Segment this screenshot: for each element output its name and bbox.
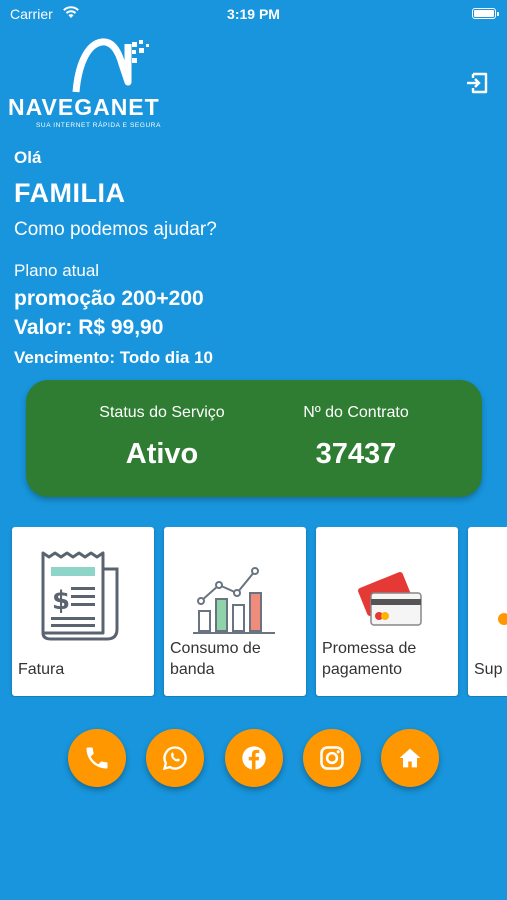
due-date: Vencimento: Todo dia 10	[14, 348, 213, 367]
battery-icon	[472, 8, 499, 19]
contract-number: Nº do Contrato 37437	[256, 404, 456, 471]
phone-icon	[86, 747, 108, 769]
support-icon	[498, 613, 507, 625]
contract-number-label: Nº do Contrato	[303, 404, 409, 421]
invoice-icon: $	[41, 551, 119, 641]
brand-logo: NAVEGANET SUA INTERNET RÁPIDA E SEGURA	[6, 36, 210, 132]
plan-value: Valor: R$ 99,90	[14, 316, 164, 339]
menu-card-label: Fatura	[18, 661, 65, 678]
logo-tagline: SUA INTERNET RÁPIDA E SEGURA	[36, 122, 162, 129]
service-status: Status do Serviço Ativo	[62, 404, 262, 471]
menu-card-bandwidth[interactable]: Consumo de banda	[164, 527, 306, 696]
facebook-button[interactable]	[225, 729, 283, 787]
clock: 3:19 PM	[227, 6, 280, 22]
whatsapp-icon	[162, 746, 187, 771]
user-name: FAMILIA	[14, 178, 126, 208]
logo-text: NAVEGANET	[8, 94, 160, 120]
svg-text:$: $	[52, 586, 70, 616]
contract-number-value: 37437	[315, 438, 397, 470]
menu-carousel[interactable]: $ Fatura Consumo de banda Promessa de pa…	[0, 527, 507, 697]
menu-card-invoice[interactable]: $ Fatura	[12, 527, 154, 696]
service-status-value: Ativo	[125, 438, 199, 470]
status-bar: Carrier 3:19 PM	[0, 0, 507, 28]
instagram-icon	[320, 746, 344, 770]
plan-name: promoção 200+200	[14, 287, 204, 310]
menu-card-label: Consumo de banda	[170, 640, 261, 678]
logout-icon[interactable]	[464, 70, 490, 96]
home-icon	[399, 748, 421, 768]
menu-card-label: Promessa de pagamento	[322, 640, 417, 678]
service-status-label: Status do Serviço	[99, 404, 225, 421]
plan-label: Plano atual	[14, 261, 100, 280]
bandwidth-chart-icon	[193, 567, 275, 634]
menu-card-support[interactable]: Sup	[468, 527, 507, 696]
greeting: Olá	[14, 148, 42, 167]
logo-mark	[72, 38, 149, 93]
menu-card-payment-promise[interactable]: Promessa de pagamento	[316, 527, 458, 696]
facebook-icon	[242, 746, 266, 770]
instagram-button[interactable]	[303, 729, 361, 787]
service-status-card: Status do Serviço Ativo Nº do Contrato 3…	[26, 380, 482, 497]
menu-card-label: Sup	[474, 661, 503, 678]
credit-card-icon	[358, 572, 422, 626]
help-text: Como podemos ajudar?	[14, 219, 217, 240]
phone-button[interactable]	[68, 729, 126, 787]
home-button[interactable]	[381, 729, 439, 787]
whatsapp-button[interactable]	[146, 729, 204, 787]
